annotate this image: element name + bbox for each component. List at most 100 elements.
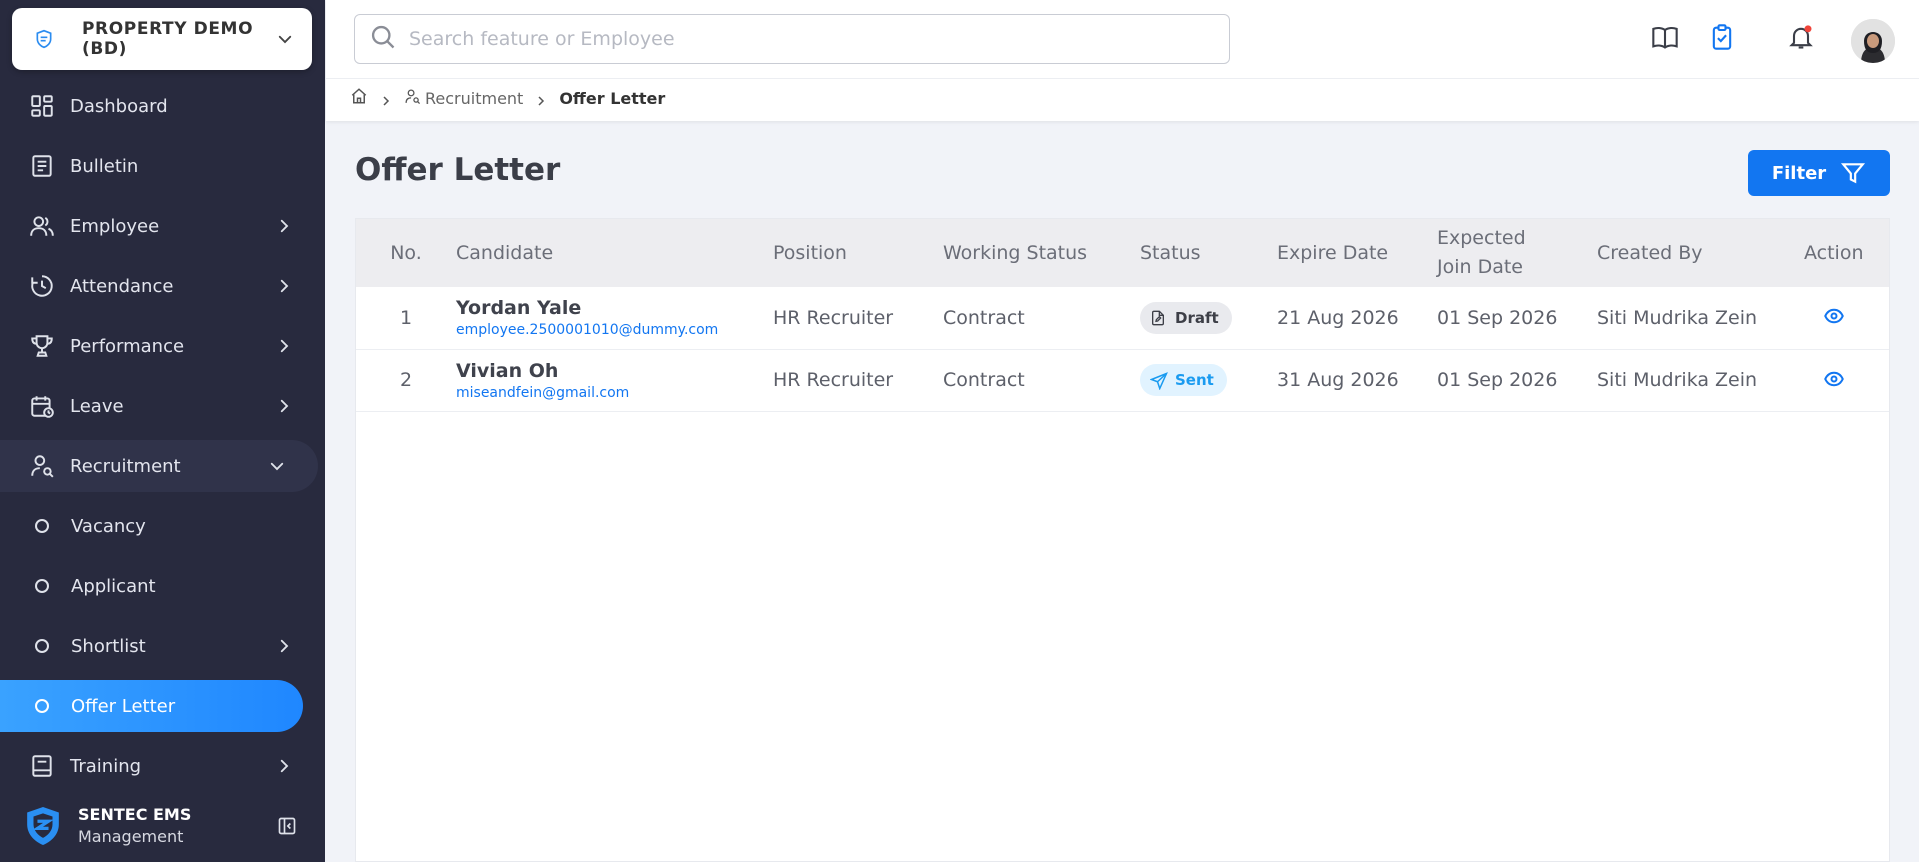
sidebar-item-label: Shortlist bbox=[71, 635, 146, 657]
chevron-right-icon bbox=[275, 217, 293, 235]
sidebar-brand: SENTEC EMS Management bbox=[0, 790, 325, 862]
sidebar-item-dashboard[interactable]: Dashboard bbox=[0, 80, 325, 132]
sidebar-item-label: Bulletin bbox=[70, 155, 139, 177]
eye-icon[interactable] bbox=[1822, 304, 1846, 328]
sidebar-item-recruitment[interactable]: Recruitment bbox=[0, 440, 318, 492]
cell-candidate: Vivian Oh miseandfein@gmail.com bbox=[456, 349, 773, 412]
col-working-status: Working Status bbox=[943, 241, 1088, 264]
candidate-email[interactable]: employee.2500001010@dummy.com bbox=[456, 322, 773, 338]
chevron-down-icon bbox=[276, 30, 294, 48]
company-logo-icon bbox=[32, 27, 56, 51]
cell-status: Draft bbox=[1140, 287, 1277, 350]
cell-no: 2 bbox=[356, 349, 456, 412]
send-icon bbox=[1149, 372, 1168, 391]
sidebar-item-performance[interactable]: Performance bbox=[0, 320, 325, 372]
col-expected-join-line1: Expected bbox=[1437, 227, 1526, 249]
page-title: Offer Letter bbox=[355, 152, 561, 188]
brand-title: SENTEC EMS bbox=[78, 805, 192, 824]
cell-expire-date: 31 Aug 2026 bbox=[1277, 349, 1437, 412]
company-name: PROPERTY DEMO (BD) bbox=[82, 19, 254, 59]
filter-icon bbox=[1840, 160, 1866, 186]
sidebar-item-label: Employee bbox=[70, 215, 160, 237]
offer-letter-table-card: No. Candidate Position Working Status St… bbox=[355, 218, 1890, 862]
search-box[interactable] bbox=[354, 14, 1230, 64]
sidebar-menu: Dashboard Bulletin Employee Attendance P… bbox=[0, 80, 325, 800]
sidebar-item-label: Leave bbox=[70, 395, 124, 417]
sidebar-item-offer-letter[interactable]: Offer Letter bbox=[0, 680, 303, 732]
book-icon[interactable] bbox=[1650, 22, 1680, 52]
chevron-right-icon bbox=[380, 92, 392, 106]
sidebar-item-shortlist[interactable]: Shortlist bbox=[0, 620, 325, 672]
cell-expire-date: 21 Aug 2026 bbox=[1277, 287, 1437, 350]
table-row: 2 Vivian Oh miseandfein@gmail.com HR Rec… bbox=[356, 349, 1889, 412]
avatar[interactable] bbox=[1851, 19, 1895, 63]
employee-icon bbox=[28, 212, 56, 240]
chevron-right-icon bbox=[275, 337, 293, 355]
col-expected-join-date: Expected Join Date bbox=[1437, 219, 1597, 287]
cell-join-date: 01 Sep 2026 bbox=[1437, 287, 1597, 350]
sidebar-item-vacancy[interactable]: Vacancy bbox=[0, 500, 325, 552]
sidebar: PROPERTY DEMO (BD) Dashboard Bulletin Em… bbox=[0, 0, 325, 862]
cell-action bbox=[1804, 349, 1889, 412]
candidate-email[interactable]: miseandfein@gmail.com bbox=[456, 385, 773, 401]
training-icon bbox=[28, 752, 56, 780]
recruitment-icon bbox=[28, 452, 56, 480]
sidebar-item-training[interactable]: Training bbox=[0, 740, 325, 792]
cell-join-date: 01 Sep 2026 bbox=[1437, 349, 1597, 412]
sidebar-item-label: Attendance bbox=[70, 275, 174, 297]
attendance-icon bbox=[28, 272, 56, 300]
brand-subtitle: Management bbox=[78, 827, 184, 846]
col-candidate: Candidate bbox=[456, 241, 554, 264]
chevron-right-icon bbox=[535, 92, 547, 106]
cell-action bbox=[1804, 287, 1889, 350]
cell-created-by: Siti Mudrika Zein bbox=[1597, 349, 1804, 412]
col-created-by: Created By bbox=[1597, 241, 1703, 264]
cell-working-status: Contract bbox=[943, 287, 1140, 350]
recruitment-icon bbox=[404, 88, 421, 109]
status-label: Sent bbox=[1175, 371, 1214, 389]
filter-label: Filter bbox=[1771, 162, 1827, 184]
chevron-right-icon bbox=[275, 757, 293, 775]
status-label: Draft bbox=[1175, 308, 1219, 327]
circle-bullet-icon bbox=[35, 699, 49, 713]
sidebar-item-applicant[interactable]: Applicant bbox=[0, 560, 325, 612]
cell-working-status: Contract bbox=[943, 349, 1140, 412]
bulletin-icon bbox=[28, 152, 56, 180]
sentec-logo-icon bbox=[24, 805, 62, 847]
breadcrumb: Recruitment Offer Letter bbox=[350, 86, 665, 110]
cell-position: HR Recruiter bbox=[773, 287, 943, 350]
search-input[interactable] bbox=[409, 28, 1209, 50]
filter-button[interactable]: Filter bbox=[1748, 150, 1890, 196]
cell-created-by: Siti Mudrika Zein bbox=[1597, 287, 1804, 350]
candidate-name: Yordan Yale bbox=[456, 297, 582, 320]
cell-status: Sent bbox=[1140, 349, 1277, 412]
company-selector[interactable]: PROPERTY DEMO (BD) bbox=[12, 8, 312, 70]
search-icon bbox=[369, 23, 397, 55]
eye-icon[interactable] bbox=[1822, 367, 1846, 391]
sidebar-item-label: Offer Letter bbox=[71, 695, 176, 717]
trophy-icon bbox=[28, 332, 56, 360]
cell-position: HR Recruiter bbox=[773, 349, 943, 412]
sidebar-item-employee[interactable]: Employee bbox=[0, 200, 325, 252]
col-no: No. bbox=[390, 241, 422, 264]
sidebar-item-label: Recruitment bbox=[70, 455, 181, 477]
sidebar-item-label: Training bbox=[70, 755, 142, 777]
collapse-sidebar-icon[interactable] bbox=[277, 816, 297, 836]
col-status: Status bbox=[1140, 241, 1201, 264]
circle-bullet-icon bbox=[35, 519, 49, 533]
candidate-name: Vivian Oh bbox=[456, 359, 559, 382]
home-icon[interactable] bbox=[350, 87, 368, 109]
chevron-right-icon bbox=[275, 397, 293, 415]
clipboard-check-icon[interactable] bbox=[1707, 22, 1737, 52]
sidebar-item-leave[interactable]: Leave bbox=[0, 380, 325, 432]
col-action: Action bbox=[1804, 241, 1864, 264]
calendar-icon bbox=[28, 392, 56, 420]
sidebar-item-label: Dashboard bbox=[70, 95, 168, 117]
sidebar-item-bulletin[interactable]: Bulletin bbox=[0, 140, 325, 192]
bell-icon[interactable] bbox=[1786, 22, 1816, 52]
sidebar-item-attendance[interactable]: Attendance bbox=[0, 260, 325, 312]
breadcrumb-recruitment[interactable]: Recruitment bbox=[425, 89, 523, 108]
circle-bullet-icon bbox=[35, 639, 49, 653]
top-header: Recruitment Offer Letter bbox=[326, 0, 1919, 121]
table-row: 1 Yordan Yale employee.2500001010@dummy.… bbox=[356, 287, 1889, 350]
